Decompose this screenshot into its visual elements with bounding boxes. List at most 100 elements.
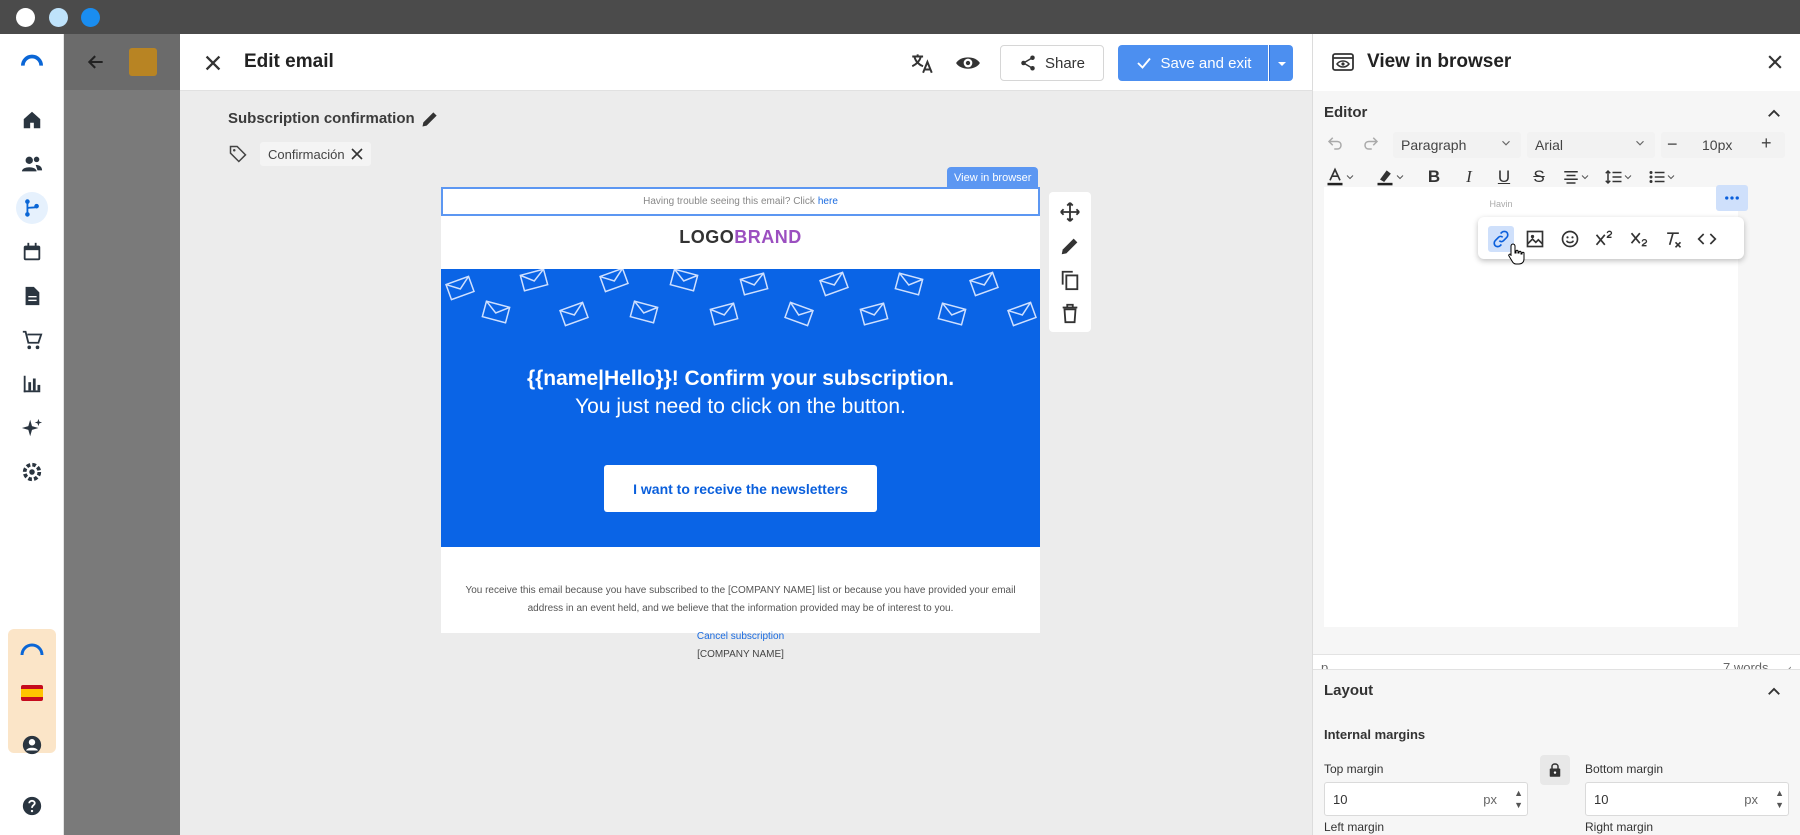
chevron-down-icon[interactable] xyxy=(1664,166,1678,188)
modal-title: Edit email xyxy=(244,51,334,72)
more-options-icon[interactable] xyxy=(1716,185,1748,211)
preheader-text: Having trouble seeing this email? Click xyxy=(643,196,815,207)
check-icon xyxy=(1135,54,1153,72)
font-family-select[interactable]: Arial xyxy=(1527,132,1655,158)
strikethrough-icon[interactable]: S xyxy=(1528,166,1550,188)
envelope-icon xyxy=(669,269,699,292)
subscribe-cta-button[interactable]: I want to receive the newsletters xyxy=(604,465,877,512)
envelope-icon xyxy=(819,271,850,297)
selected-block-label: View in browser xyxy=(947,167,1039,188)
footer-disclaimer: You receive this email because you have … xyxy=(461,582,1020,618)
internal-margins-label: Internal margins xyxy=(1324,727,1426,742)
duplicate-icon[interactable] xyxy=(1059,269,1081,291)
lock-margins-icon[interactable] xyxy=(1540,755,1570,785)
save-options-dropdown[interactable] xyxy=(1269,45,1293,81)
tag-chip: Confirmación xyxy=(260,142,371,166)
user-profile-icon[interactable] xyxy=(16,729,48,761)
chevron-down-icon[interactable] xyxy=(1393,166,1407,188)
window-close-control[interactable] xyxy=(16,8,35,27)
hero-title: {{name|Hello}}! Confirm your subscriptio… xyxy=(526,367,955,390)
brand-logo: LOGOBRAND xyxy=(441,227,1040,248)
window-maximize-control[interactable] xyxy=(81,8,100,27)
envelope-icon xyxy=(969,271,1000,297)
clear-formatting-icon[interactable] xyxy=(1660,226,1686,252)
top-margin-label: Top margin xyxy=(1324,762,1384,776)
save-and-exit-button[interactable]: Save and exit xyxy=(1118,45,1268,81)
chevron-down-icon[interactable] xyxy=(1578,166,1592,188)
email-subject: Subscription confirmation xyxy=(228,110,415,127)
edit-pencil-icon[interactable] xyxy=(1059,235,1081,257)
help-icon[interactable] xyxy=(16,790,48,822)
source-code-icon[interactable] xyxy=(1694,226,1720,252)
contacts-icon[interactable] xyxy=(16,148,48,180)
chevron-down-icon xyxy=(1276,57,1288,69)
redo-icon[interactable] xyxy=(1360,132,1382,154)
decrease-font-size-minus-icon[interactable]: − xyxy=(1667,134,1678,155)
envelope-icon xyxy=(739,272,769,296)
cancel-subscription-link[interactable]: Cancel subscription xyxy=(441,631,1040,642)
translate-icon[interactable] xyxy=(909,50,935,76)
close-panel-icon[interactable] xyxy=(1765,52,1785,72)
cart-icon[interactable] xyxy=(16,324,48,356)
italic-icon[interactable]: I xyxy=(1458,166,1480,188)
preheader-link[interactable]: here xyxy=(818,196,838,207)
tag-label: Confirmación xyxy=(268,146,345,162)
chevron-down-icon xyxy=(1499,136,1513,150)
back-arrow-icon xyxy=(86,52,106,72)
top-margin-stepper[interactable]: ▲ ▼ xyxy=(1514,787,1523,811)
edit-email-modal: Edit email Share Save and exit Subscript… xyxy=(180,34,1312,835)
collapse-chevron-up-icon[interactable] xyxy=(1765,683,1783,701)
window-minimize-control[interactable] xyxy=(49,8,68,27)
bold-icon[interactable]: B xyxy=(1423,166,1445,188)
close-icon[interactable] xyxy=(202,52,224,74)
document-icon[interactable] xyxy=(16,280,48,312)
email-thumbnail-icon xyxy=(129,48,157,76)
automation-flow-icon[interactable] xyxy=(16,192,48,224)
delete-trash-icon[interactable] xyxy=(1059,302,1081,324)
move-icon[interactable] xyxy=(1059,201,1081,223)
block-toolbar xyxy=(1049,192,1091,332)
bottom-margin-input[interactable]: 10 px ▲ ▼ xyxy=(1585,782,1789,816)
collapse-chevron-up-icon[interactable] xyxy=(1765,105,1783,123)
remove-tag-close-icon[interactable] xyxy=(351,148,363,160)
top-margin-input[interactable]: 10 px ▲ ▼ xyxy=(1324,782,1528,816)
hero-block[interactable]: {{name|Hello}}! Confirm your subscriptio… xyxy=(441,269,1040,547)
envelope-icon xyxy=(445,275,476,301)
block-format-select[interactable]: Paragraph xyxy=(1393,132,1521,158)
undo-icon[interactable] xyxy=(1324,132,1346,154)
edit-subject-pencil-icon[interactable] xyxy=(420,109,440,129)
chevron-down-icon[interactable] xyxy=(1621,166,1635,188)
calendar-icon[interactable] xyxy=(16,236,48,268)
increase-font-size-plus-icon[interactable]: + xyxy=(1761,133,1772,154)
envelope-icon xyxy=(559,301,590,327)
preview-eye-icon[interactable] xyxy=(955,50,981,76)
tag-icon xyxy=(228,144,248,164)
brand-text: BRAND xyxy=(734,227,802,247)
bottom-margin-unit: px xyxy=(1744,792,1758,807)
home-icon[interactable] xyxy=(16,104,48,136)
top-margin-unit: px xyxy=(1483,792,1497,807)
emoji-icon[interactable] xyxy=(1557,226,1583,252)
dimmed-background-header xyxy=(64,34,184,90)
share-label: Share xyxy=(1044,54,1086,72)
font-size-control: − 10px + xyxy=(1661,132,1785,158)
bottom-margin-stepper[interactable]: ▲ ▼ xyxy=(1775,787,1784,811)
reports-chart-icon[interactable] xyxy=(16,368,48,400)
ai-sparkle-icon[interactable] xyxy=(16,412,48,444)
settings-gear-icon[interactable] xyxy=(16,456,48,488)
share-button[interactable]: Share xyxy=(1000,45,1104,81)
save-label: Save and exit xyxy=(1160,54,1252,72)
preheader-block[interactable]: Having trouble seeing this email? Click … xyxy=(441,187,1040,216)
logo-text: LOGO xyxy=(679,227,735,247)
envelope-icon xyxy=(1007,301,1038,327)
chevron-down-icon[interactable] xyxy=(1343,166,1357,188)
font-family-value: Arial xyxy=(1535,137,1564,153)
mouse-pointer-icon xyxy=(1508,243,1526,265)
subscript-icon[interactable] xyxy=(1626,226,1652,252)
browser-eye-icon xyxy=(1331,50,1355,74)
superscript-icon[interactable] xyxy=(1591,226,1617,252)
underline-icon[interactable]: U xyxy=(1493,166,1515,188)
app-logo-icon[interactable] xyxy=(16,46,48,78)
layout-section: Layout Internal margins Top margin 10 px… xyxy=(1313,669,1800,835)
font-size-value[interactable]: 10px xyxy=(1702,137,1732,153)
